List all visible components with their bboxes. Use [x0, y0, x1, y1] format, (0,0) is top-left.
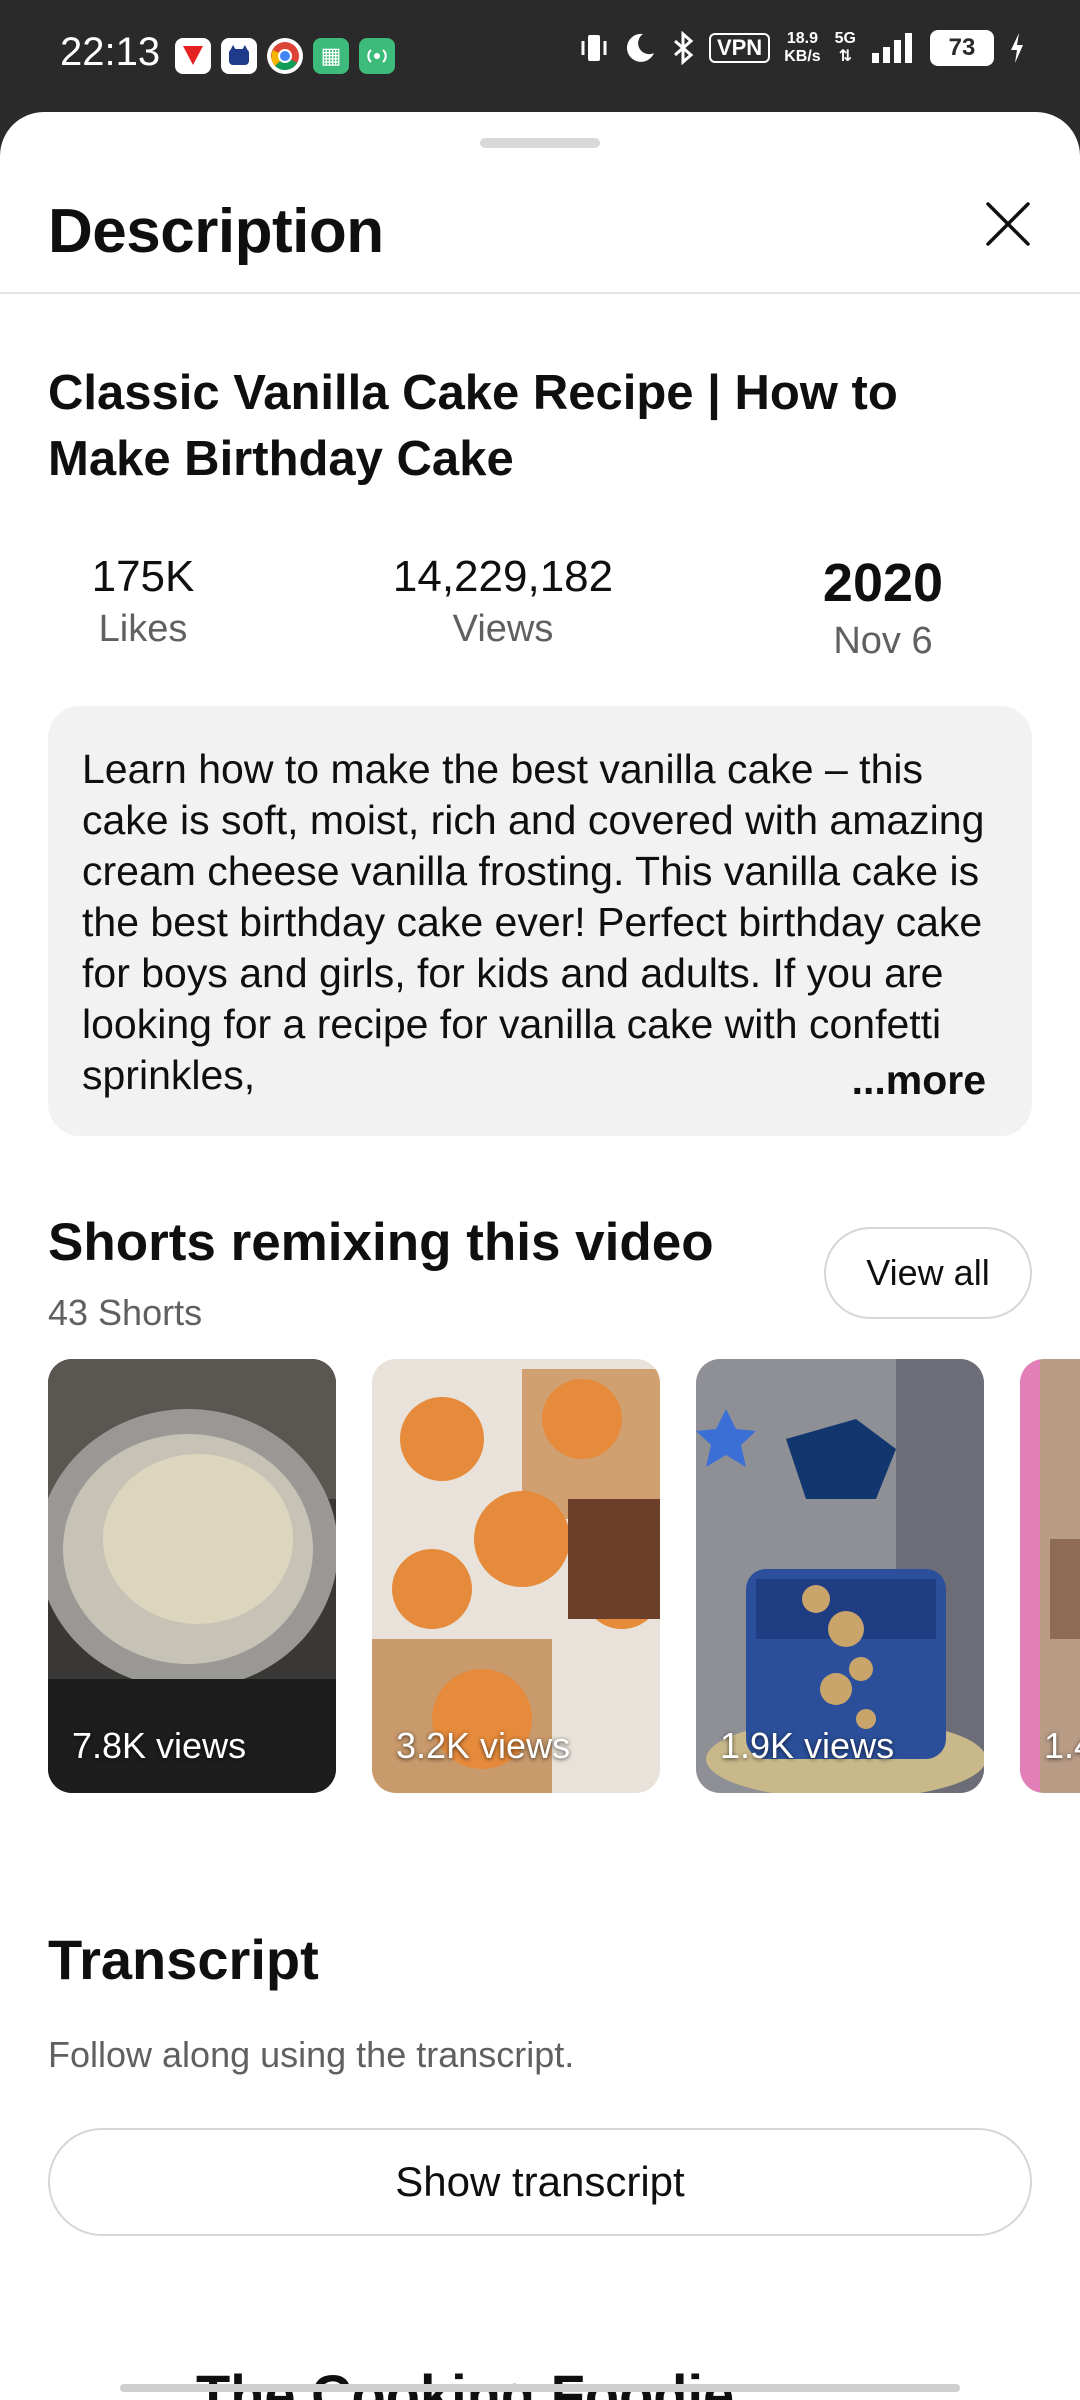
- data-arrows-icon: ⇅: [838, 48, 853, 65]
- sheet-header: Description: [0, 182, 1080, 294]
- speed-value: 18.9: [786, 30, 818, 47]
- upload-year: 2020: [822, 553, 944, 613]
- channel-name[interactable]: The Cooking Foodie: [196, 2362, 734, 2400]
- vibrate-icon: [581, 35, 607, 61]
- shorts-carousel[interactable]: 7.8K views 3.2K views 1.9K views 1.: [48, 1359, 1080, 1793]
- likes-value: 175K: [91, 552, 195, 601]
- description-text: Learn how to make the best vanilla cake …: [82, 746, 985, 1098]
- status-indicators: VPN 18.9 KB/s 5G ⇅ 73: [579, 30, 1026, 66]
- show-transcript-button[interactable]: Show transcript: [48, 2128, 1032, 2236]
- status-time: 22:13: [60, 30, 161, 74]
- date-stat: 2020 Nov 6: [778, 552, 988, 663]
- more-fade: ...more: [772, 1052, 1032, 1108]
- transcript-subtitle: Follow along using the transcript.: [48, 2034, 575, 2075]
- more-button[interactable]: ...more: [852, 1057, 986, 1104]
- short-views: 1.9K views: [720, 1725, 895, 1766]
- battery-indicator: 73: [930, 30, 994, 66]
- network-speed: 18.9 KB/s: [784, 30, 820, 66]
- signal-icon: [872, 33, 912, 63]
- short-views: 1.4: [1044, 1725, 1080, 1766]
- views-stat: 14,229,182 Views: [378, 552, 628, 651]
- short-views: 3.2K views: [396, 1725, 571, 1766]
- close-button[interactable]: [976, 192, 1040, 256]
- bluetooth-icon: [673, 31, 694, 65]
- short-card[interactable]: 1.9K views: [696, 1359, 984, 1793]
- short-card[interactable]: 1.4: [1020, 1359, 1080, 1793]
- hotspot-icon: [359, 38, 395, 74]
- cat-app-icon: [221, 38, 257, 74]
- calculator-app-icon: ▦: [313, 38, 349, 74]
- transcript-title: Transcript: [48, 1928, 319, 1991]
- app-notification-icon: [175, 38, 211, 74]
- views-value: 14,229,182: [392, 552, 614, 601]
- likes-stat: 175K Likes: [68, 552, 218, 651]
- header-divider: [0, 292, 1080, 294]
- status-bar: 22:13 ▦ VPN 18.9 KB/s 5G ⇅ 73: [0, 0, 1080, 112]
- gesture-bar: [120, 2384, 960, 2392]
- close-icon: [986, 202, 1030, 246]
- short-card[interactable]: 7.8K views: [48, 1359, 336, 1793]
- video-title: Classic Vanilla Cake Recipe | How to Mak…: [48, 366, 898, 486]
- short-card[interactable]: 3.2K views: [372, 1359, 660, 1793]
- sheet-drag-handle[interactable]: [480, 138, 600, 148]
- speed-unit: KB/s: [784, 48, 821, 65]
- description-sheet: Description Classic Vanilla Cake Recipe …: [0, 112, 1080, 2400]
- network-label: 5G: [834, 30, 856, 47]
- video-stats: 175K Likes 14,229,182 Views 2020 Nov 6: [48, 552, 1032, 662]
- likes-label: Likes: [98, 608, 188, 650]
- charging-bolt-icon: [1011, 33, 1023, 63]
- views-label: Views: [452, 608, 554, 650]
- shorts-section-title: Shorts remixing this video: [48, 1213, 714, 1272]
- shorts-count: 43 Shorts: [48, 1292, 203, 1333]
- status-app-icons: ▦: [175, 38, 395, 74]
- network-type: 5G ⇅: [835, 30, 856, 66]
- vpn-badge: VPN: [708, 33, 771, 63]
- upload-date: Nov 6: [833, 620, 933, 662]
- sheet-title: Description: [48, 197, 384, 266]
- view-all-button[interactable]: View all: [824, 1227, 1032, 1319]
- short-views: 7.8K views: [72, 1725, 247, 1766]
- do-not-disturb-moon-icon: [626, 33, 654, 62]
- chrome-icon: [267, 38, 303, 74]
- description-box[interactable]: Learn how to make the best vanilla cake …: [48, 706, 1032, 1136]
